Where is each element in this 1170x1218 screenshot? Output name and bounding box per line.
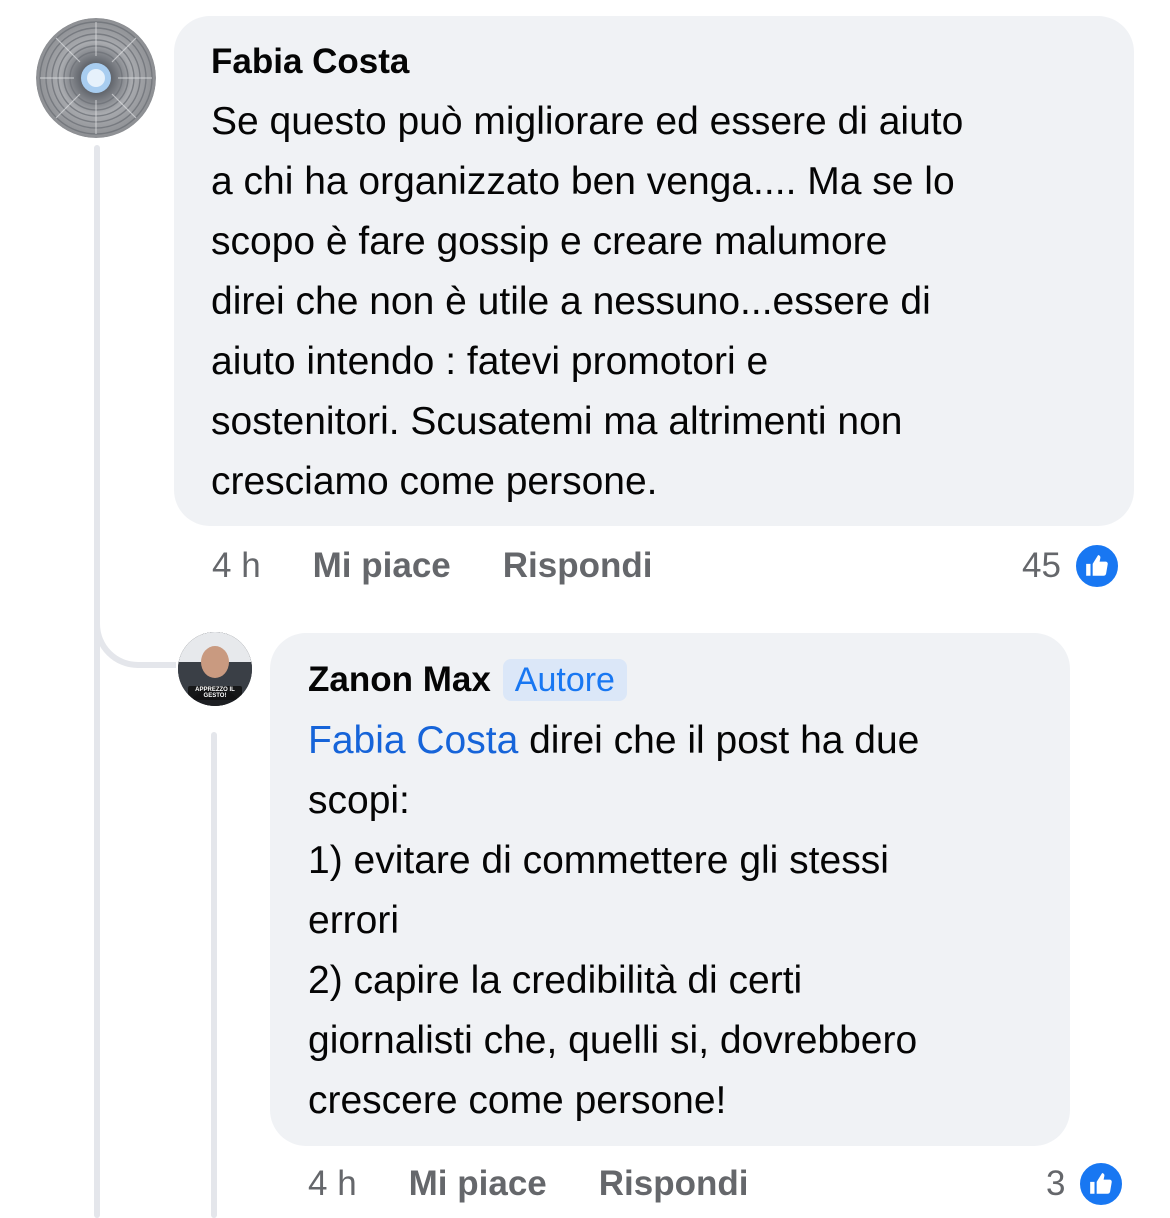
avatar-image bbox=[36, 18, 156, 138]
comment-timestamp[interactable]: 4 h bbox=[212, 546, 261, 586]
thread-line-main bbox=[94, 145, 100, 1218]
like-icon bbox=[1077, 1160, 1126, 1208]
reply-bubble: Zanon Max Autore Fabia Costa direi che i… bbox=[270, 633, 1070, 1146]
reply-button[interactable]: Rispondi bbox=[503, 546, 653, 586]
comment-actions: 4 h Mi piace Rispondi bbox=[212, 544, 652, 588]
avatar-caption: APPREZZO IL GESTO! bbox=[195, 687, 235, 699]
reply-body: direi che il post ha due scopi: 1) evita… bbox=[308, 719, 920, 1122]
comment-author-name[interactable]: Fabia Costa bbox=[211, 42, 1098, 82]
reply-actions: 4 h Mi piace Rispondi bbox=[308, 1162, 748, 1206]
reply-like-button[interactable]: Mi piace bbox=[409, 1164, 547, 1204]
author-badge: Autore bbox=[502, 659, 627, 701]
reply-timestamp[interactable]: 4 h bbox=[308, 1164, 357, 1204]
avatar-zanon-max[interactable]: APPREZZO IL GESTO! bbox=[178, 632, 252, 706]
comment-text: Se questo può migliorare ed essere di ai… bbox=[211, 100, 964, 503]
avatar-fabia-costa[interactable] bbox=[36, 18, 156, 138]
reply-author-row: Zanon Max Autore bbox=[308, 659, 1034, 701]
reaction-count: 45 bbox=[1022, 546, 1061, 585]
comment-reactions[interactable]: 45 bbox=[1022, 540, 1121, 592]
reply-text: Fabia Costa direi che il post ha due sco… bbox=[308, 711, 1034, 1131]
thread-line-reply bbox=[211, 732, 217, 1218]
reply-reactions[interactable]: 3 bbox=[1046, 1158, 1126, 1210]
reply-reply-button[interactable]: Rispondi bbox=[599, 1164, 749, 1204]
like-icon bbox=[1072, 542, 1121, 590]
like-button[interactable]: Mi piace bbox=[313, 546, 451, 586]
mention-link[interactable]: Fabia Costa bbox=[308, 719, 518, 762]
comment-bubble: Fabia Costa Se questo può migliorare ed … bbox=[174, 16, 1134, 526]
reply-author-name[interactable]: Zanon Max bbox=[308, 660, 491, 700]
reply-reaction-count: 3 bbox=[1046, 1164, 1066, 1203]
thread-connector-curve bbox=[94, 600, 176, 668]
